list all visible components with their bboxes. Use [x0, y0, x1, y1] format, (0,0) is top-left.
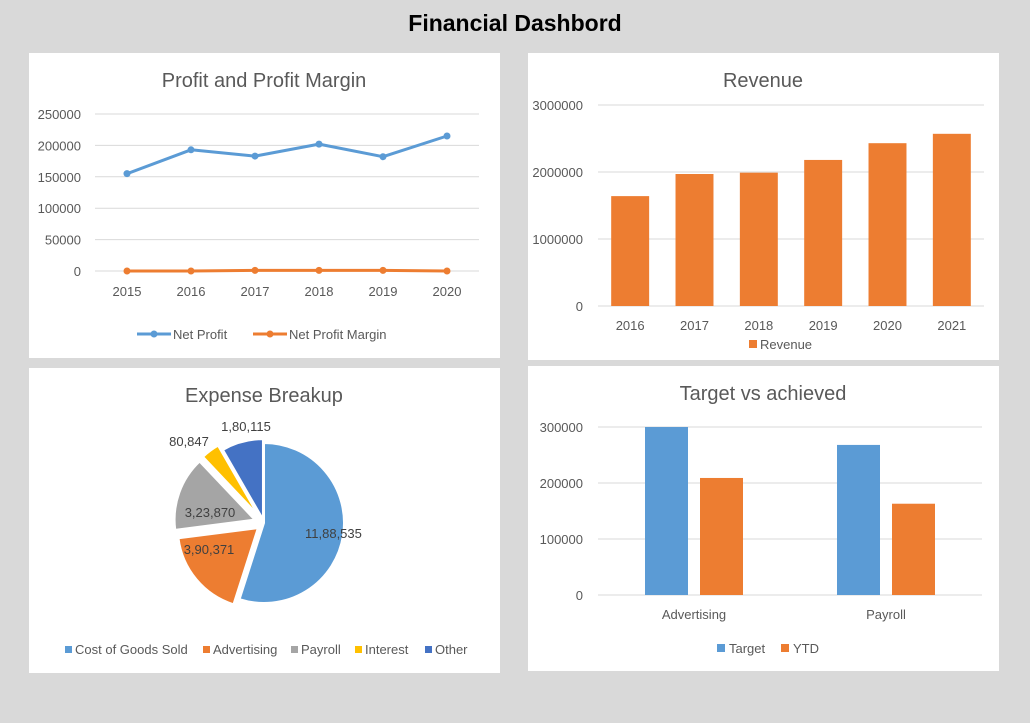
legend-swatch — [65, 646, 72, 653]
revenue-chart: Revenue 0 1000000 2000000 3000000 2016 2017 201… — [532, 70, 984, 352]
chart-title: Revenue — [723, 70, 803, 92]
y-tick-label: 50000 — [45, 233, 81, 248]
legend-label: Revenue — [760, 337, 812, 352]
legend-label: YTD — [793, 641, 819, 656]
data-point — [251, 266, 259, 274]
y-tick-label: 150000 — [38, 170, 81, 185]
legend-swatch — [355, 646, 362, 653]
legend-swatch — [717, 644, 725, 652]
revenue-chart-panel: Revenue 0 1000000 2000000 3000000 2016 2017 201… — [528, 53, 999, 360]
revenue-bar — [675, 174, 714, 306]
x-tick-label: 2017 — [680, 318, 709, 333]
target-bar — [837, 444, 880, 595]
legend-swatch — [749, 340, 757, 348]
legend-label: Cost of Goods Sold — [75, 642, 188, 657]
data-point — [187, 146, 195, 154]
x-tick-label: 2021 — [937, 318, 966, 333]
y-tick-label: 2000000 — [532, 165, 583, 180]
legend-label: Advertising — [213, 642, 277, 657]
target-bar — [645, 427, 688, 595]
legend-swatch — [203, 646, 210, 653]
slice-value-label: 3,23,870 — [185, 505, 236, 520]
expense-chart-panel: Expense Breakup 11,88,535 3,90,371 3,23,870… — [29, 368, 500, 673]
slice-value-label: 80,847 — [169, 434, 209, 449]
data-point — [443, 267, 451, 275]
legend-label: Net Profit — [173, 327, 228, 342]
legend-label: Other — [435, 642, 468, 657]
y-tick-label: 300000 — [540, 420, 583, 435]
y-tick-label: 100000 — [540, 532, 583, 547]
x-tick-label: 2016 — [177, 284, 206, 299]
revenue-bar — [739, 172, 778, 306]
data-point — [315, 266, 323, 274]
expense-pie-chart: Expense Breakup 11,88,535 3,90,371 3,23,870… — [65, 385, 468, 657]
chart-title: Target vs achieved — [680, 383, 847, 405]
legend-swatch — [291, 646, 298, 653]
legend-label: Payroll — [301, 642, 341, 657]
x-tick-label: Advertising — [662, 607, 726, 622]
profit-chart-panel: Profit and Profit Margin 0 50000 100000 1500… — [29, 53, 500, 358]
data-point — [187, 267, 195, 275]
y-tick-label: 200000 — [38, 138, 81, 153]
legend-swatch — [781, 644, 789, 652]
slice-value-label: 11,88,535 — [305, 526, 362, 541]
legend-marker-dot — [150, 330, 158, 338]
y-tick-label: 100000 — [38, 201, 81, 216]
y-tick-label: 200000 — [540, 476, 583, 491]
chart-title: Expense Breakup — [185, 385, 343, 407]
legend-swatch — [425, 646, 432, 653]
data-point — [443, 132, 451, 140]
legend-label: Target — [729, 641, 766, 656]
target-vs-achieved-chart: Target vs achieved 0 100000 200000 300000 Adv… — [540, 383, 982, 656]
target-chart-panel: Target vs achieved 0 100000 200000 300000 Adv… — [528, 366, 999, 671]
x-tick-label: 2019 — [809, 318, 838, 333]
x-tick-label: Payroll — [866, 607, 906, 622]
y-tick-label: 0 — [576, 299, 583, 314]
series-line-net-profit-margin — [127, 268, 448, 273]
data-point — [251, 152, 259, 160]
dashboard-title: Financial Dashbord — [408, 10, 622, 36]
x-tick-label: 2020 — [433, 284, 462, 299]
data-point — [123, 267, 131, 275]
y-tick-label: 250000 — [38, 107, 81, 122]
ytd-bar — [700, 477, 743, 595]
x-tick-label: 2017 — [241, 284, 270, 299]
x-tick-label: 2018 — [305, 284, 334, 299]
legend-marker-dot — [266, 330, 274, 338]
x-tick-label: 2020 — [873, 318, 902, 333]
slice-value-label: 1,80,115 — [221, 419, 271, 434]
series-line-net-profit — [126, 134, 448, 176]
revenue-bar — [868, 143, 907, 306]
profit-chart: Profit and Profit Margin 0 50000 100000 1500… — [38, 70, 479, 342]
data-point — [379, 266, 387, 274]
y-tick-label: 0 — [74, 264, 81, 279]
legend-label: Interest — [365, 642, 409, 657]
y-tick-label: 1000000 — [532, 232, 583, 247]
revenue-bar — [611, 196, 650, 306]
x-tick-label: 2018 — [744, 318, 773, 333]
revenue-bar — [932, 133, 971, 306]
slice-value-label: 3,90,371 — [184, 542, 235, 557]
ytd-bar — [892, 503, 935, 595]
data-point — [315, 140, 323, 148]
y-tick-label: 3000000 — [532, 98, 583, 113]
data-point — [379, 153, 387, 161]
x-tick-label: 2016 — [616, 318, 645, 333]
y-tick-label: 0 — [576, 588, 583, 603]
x-tick-label: 2019 — [369, 284, 398, 299]
data-point — [123, 170, 131, 178]
revenue-bar — [804, 159, 843, 306]
chart-title: Profit and Profit Margin — [162, 70, 367, 92]
legend-label: Net Profit Margin — [289, 327, 387, 342]
x-tick-label: 2015 — [113, 284, 142, 299]
